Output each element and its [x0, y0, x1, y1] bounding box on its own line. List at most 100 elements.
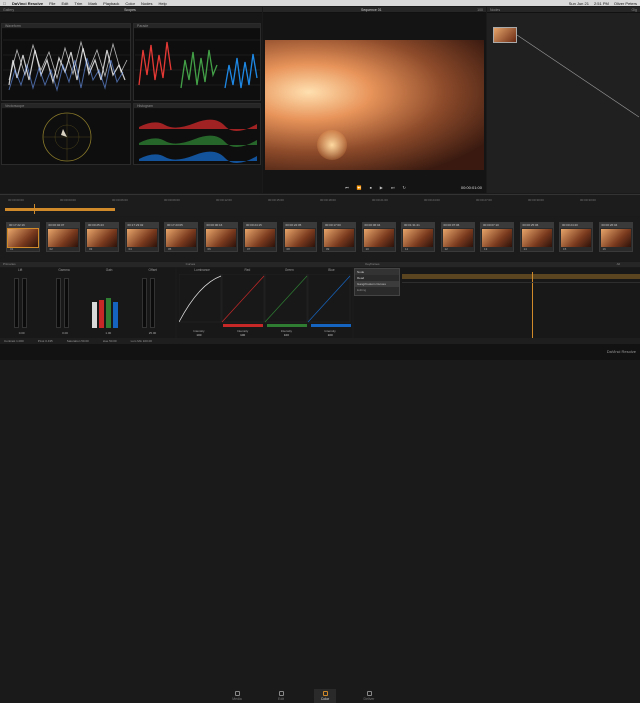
gain-g-bar[interactable] [106, 298, 111, 328]
lum-mix-value[interactable]: Lum Mix 100.00 [131, 339, 152, 343]
keyframe-track[interactable] [402, 274, 640, 279]
gain-y-bar[interactable] [92, 302, 97, 328]
vectorscope-graph [42, 112, 92, 162]
tab-color[interactable]: Color [314, 689, 336, 703]
curve-red-label: Red [244, 268, 251, 272]
clip-timecode: 00:00:06:04 [362, 223, 395, 228]
blue-intensity-bar[interactable] [311, 324, 351, 327]
vectorscope: Vectorscope [1, 103, 131, 165]
clip-thumbnail[interactable]: 00:17:23:02 04 [124, 222, 159, 252]
clip-thumbnail[interactable]: 00:00:06:04 10 [361, 222, 396, 252]
stop-icon[interactable]: ⏹ [370, 185, 372, 190]
node-01[interactable] [493, 27, 517, 43]
mini-timeline[interactable]: 00:00:00:00 00:00:03:00 00:00:06:00 00:00:0… [0, 194, 640, 216]
node-connection [517, 34, 640, 118]
video-frame[interactable] [265, 40, 484, 170]
playhead[interactable] [34, 204, 35, 214]
curves-graph[interactable] [179, 274, 351, 324]
gallery-tab[interactable]: Gallery [3, 8, 14, 12]
timeline-tick: 00:00:24:00 [424, 198, 440, 202]
gain-r-bar[interactable] [99, 300, 104, 328]
clip-timecode: 00:00:24:15 [244, 223, 276, 228]
curve-luminance-label: Luminance [194, 268, 210, 272]
pivot-value[interactable]: Pivot 0.435 [38, 339, 53, 343]
saturation-value[interactable]: Saturation 50.00 [67, 339, 89, 343]
clip-thumbnail[interactable]: 00:00:24:15 07 [243, 222, 277, 252]
blue-intensity-value: 100 [327, 333, 333, 337]
lift-bar-2[interactable] [22, 278, 27, 328]
menu-nodes[interactable]: Nodes [141, 1, 153, 6]
tab-media[interactable]: Media [226, 689, 248, 703]
clip-thumbnail[interactable]: 00:00:26:04 16 [598, 222, 633, 252]
timeline-tick: 00:00:06:00 [112, 198, 128, 202]
menu-playback[interactable]: Playback [103, 1, 119, 6]
clip-thumbnail[interactable]: 00:00:22:05 08 [282, 222, 317, 252]
deliver-icon [366, 691, 372, 696]
menu-bar:  DaVinci Resolve File Edit Trim Mark Pl… [0, 0, 640, 6]
primaries-title: Primaries [3, 262, 16, 266]
parade-label: Parade [137, 24, 149, 28]
curves-panel: Luminance Red Green Blue Intensity Inten… [177, 268, 352, 338]
gamma-bar-2[interactable] [64, 278, 69, 328]
clip-number: 10 [365, 247, 369, 251]
gain-b-bar[interactable] [113, 302, 118, 328]
next-icon[interactable]: ⏭ [391, 185, 395, 190]
user-name[interactable]: Oliver Peters [614, 1, 637, 6]
clip-number: 16 [602, 247, 606, 251]
loop-icon[interactable]: ↻ [402, 185, 405, 190]
vectorscope-label: Vectorscope [5, 104, 25, 108]
clip-image [166, 229, 196, 247]
clip-thumbnail[interactable]: 00:17:23:05 05 [164, 222, 198, 252]
red-intensity-bar[interactable] [223, 324, 263, 327]
rewind-icon[interactable]: ⏪ [357, 185, 362, 190]
lightbox-label[interactable]: Gig [632, 8, 637, 12]
clip-image [87, 229, 117, 247]
menu-edit[interactable]: Edit [62, 1, 69, 6]
offset-bar-2[interactable] [150, 278, 155, 328]
waveform-scope: Waveform [1, 23, 131, 101]
clip-thumbnail[interactable]: 00:00:07:10 13 [480, 222, 514, 252]
clip-image [561, 229, 591, 247]
clip-timecode: 00:01:31:21 [402, 223, 434, 228]
popup-item-editing[interactable]: Editing [355, 287, 399, 293]
keyframes-all[interactable]: All [617, 262, 640, 267]
clip-thumbnail[interactable]: 00:00:25:06 14 [519, 222, 554, 252]
clip-thumbnail[interactable]: 00:00:07:06 12 [440, 222, 475, 252]
menu-color[interactable]: Color [125, 1, 135, 6]
apple-icon[interactable]:  [3, 1, 6, 6]
clip-thumbnail[interactable]: 00:00:02:07 02 [45, 222, 80, 252]
footer-brand: DaVinci Resolve [606, 349, 636, 354]
lift-bar[interactable] [14, 278, 19, 328]
clip-timecode: 00:00:22:05 [283, 223, 316, 228]
viewer-zoom[interactable]: 100 [477, 8, 483, 12]
gamma-bar[interactable] [56, 278, 61, 328]
clip-image [284, 229, 315, 247]
tab-edit[interactable]: Edit [270, 689, 292, 703]
offset-bar[interactable] [142, 278, 147, 328]
play-icon[interactable]: ▶ [380, 185, 383, 190]
menu-help[interactable]: Help [159, 1, 167, 6]
clip-thumbnail[interactable]: 00:00:24:20 15 [559, 222, 593, 252]
tab-edit-label: Edit [277, 697, 285, 701]
clip-thumbnail[interactable]: 00:00:00:16 06 [203, 222, 238, 252]
timeline-ruler: 00:00:00:00 00:00:03:00 00:00:06:00 00:00:0… [0, 198, 640, 203]
clip-thumbnail[interactable]: 00:01:31:21 11 [401, 222, 435, 252]
clip-number: 03 [89, 247, 93, 251]
clip-thumbnail[interactable]: 00:00:25:23 03 [85, 222, 119, 252]
tab-deliver[interactable]: Deliver [358, 689, 380, 703]
app-name[interactable]: DaVinci Resolve [12, 1, 43, 6]
clip-thumbnail[interactable]: 00:17:22:16 01 [6, 222, 40, 252]
page-tabs-bar: Media Edit Color Deliver DaVinci Resolve [0, 344, 640, 703]
menu-file[interactable]: File [49, 1, 55, 6]
contrast-value[interactable]: Contrast 1.000 [4, 339, 24, 343]
green-intensity-bar[interactable] [267, 324, 307, 327]
hue-value[interactable]: Hue 50.00 [103, 339, 117, 343]
parade-scope: Parade [133, 23, 261, 101]
prev-icon[interactable]: ⏮ [345, 185, 349, 190]
menu-trim[interactable]: Trim [74, 1, 82, 6]
menu-mark[interactable]: Mark [88, 1, 97, 6]
clip-thumbnail[interactable]: 00:00:17:00 09 [322, 222, 356, 252]
clip-timecode: 00:00:26:04 [599, 223, 632, 228]
clip-number: 02 [49, 247, 53, 251]
clip-number: 08 [286, 247, 290, 251]
